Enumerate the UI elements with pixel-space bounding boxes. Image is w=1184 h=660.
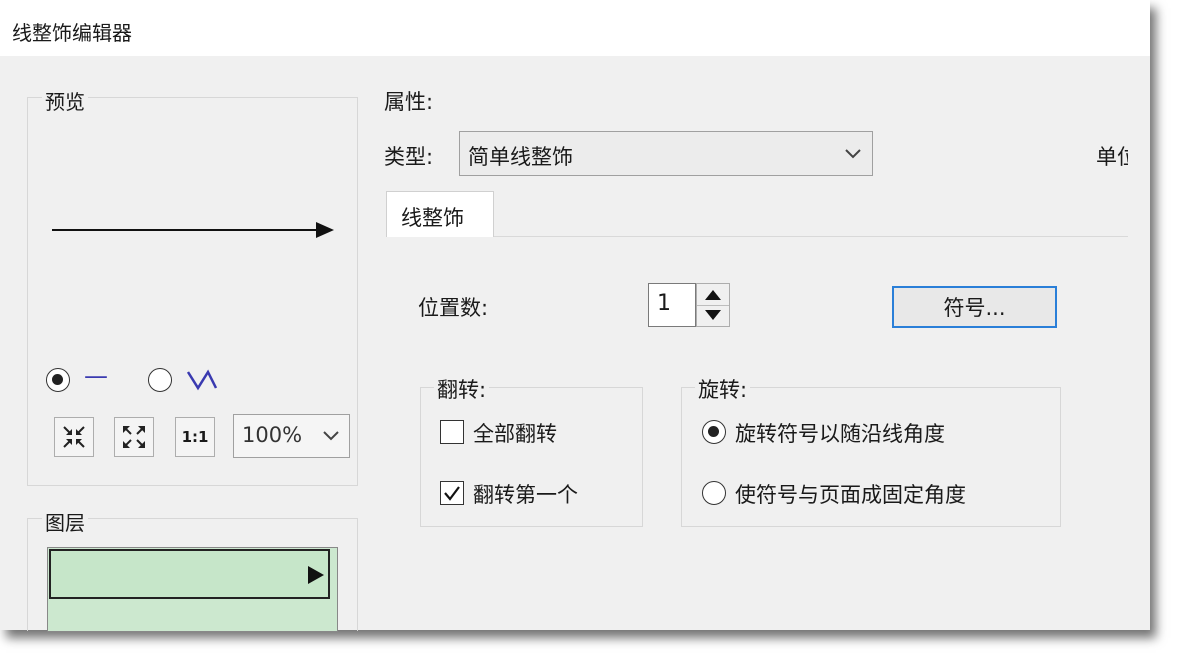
layers-legend: 图层 [42,507,88,536]
flip-first-checkbox[interactable] [440,481,464,505]
rotate-fixed-angle-label: 使符号与页面成固定角度 [735,483,966,507]
tab-label: 线整饰 [401,206,464,230]
type-select[interactable]: 简单线整饰 [459,131,873,176]
unit-label: 单位 [1096,145,1128,169]
rotate-fixed-angle-radio[interactable] [702,481,726,505]
checkmark-icon [444,486,460,501]
flip-first-label: 翻转第一个 [473,483,578,507]
symbol-button[interactable]: 符号... [892,286,1057,328]
preview-line-arrow [52,222,334,238]
position-count-spinner[interactable] [696,283,730,327]
chevron-down-icon [323,431,339,441]
flip-all-checkbox[interactable] [440,420,464,444]
line-decoration-editor-window: 线整饰编辑器 预览 — 1:1 100% 图层 属性: 类型: 简单线整饰 单位… [0,0,1150,632]
spin-up-icon[interactable] [704,289,722,301]
position-count-value: 1 [657,291,671,316]
type-value: 简单线整饰 [468,145,573,169]
type-label: 类型: [384,145,434,169]
flip-legend: 翻转: [434,374,490,404]
zoom-out-button[interactable] [114,417,154,457]
window-title: 线整饰编辑器 [12,21,132,45]
preview-legend: 预览 [42,86,88,115]
layer-item-selected[interactable] [49,549,330,599]
tab-line-decoration[interactable]: 线整饰 [386,191,494,237]
line-mode-icon: — [84,362,108,390]
zoom-out-icon [123,426,145,448]
play-arrow-icon [308,566,324,584]
symbol-button-label: 符号... [943,296,1006,320]
zoom-select[interactable]: 100% [233,414,350,458]
flip-all-label: 全部翻转 [473,422,557,446]
tab-strip-line [386,236,1128,237]
zigzag-mode-icon [186,369,218,391]
properties-heading: 属性: [384,90,434,114]
rotate-legend: 旋转: [695,374,751,404]
mode-line-radio[interactable] [46,368,70,392]
rotate-follow-line-radio[interactable] [702,420,726,444]
position-count-input[interactable]: 1 [648,283,696,327]
title-bar: 线整饰编辑器 [0,0,1150,56]
rotate-follow-line-label: 旋转符号以随沿线角度 [735,422,945,446]
position-count-label: 位置数: [418,296,489,320]
one-to-one-button[interactable]: 1:1 [175,417,215,457]
chevron-down-icon [845,149,861,159]
zoom-value: 100% [242,423,303,447]
mode-zigzag-radio[interactable] [148,368,172,392]
zoom-in-icon [63,426,85,448]
zoom-in-button[interactable] [54,417,94,457]
one-to-one-icon: 1:1 [181,428,209,446]
spin-down-icon[interactable] [704,309,722,321]
